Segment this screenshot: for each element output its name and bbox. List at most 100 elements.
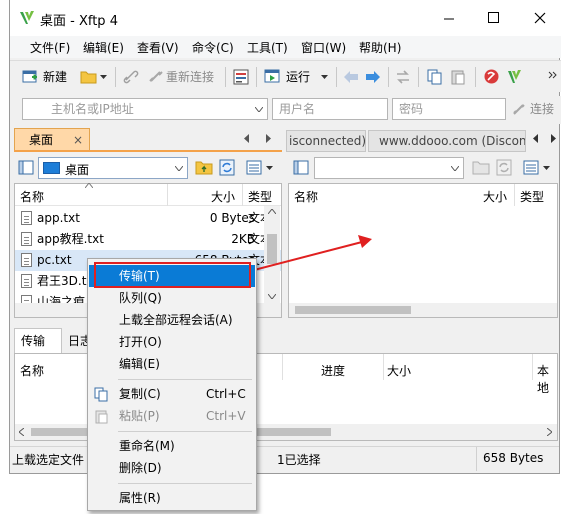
copy-icon[interactable] — [427, 69, 443, 85]
menu-item-delete[interactable]: 删除(D) — [89, 457, 255, 479]
parent-folder-icon[interactable] — [472, 159, 490, 176]
tab-scroll-right-icon[interactable] — [550, 134, 557, 143]
col-type[interactable]: 类型 — [248, 188, 272, 205]
menu-item-queue[interactable]: 队列(Q) — [89, 287, 255, 309]
col-type[interactable]: 类型 — [520, 188, 544, 205]
highlight-box — [94, 262, 251, 288]
menu-file[interactable]: 文件(F) — [30, 39, 70, 56]
menu-item-shortcut: Ctrl+C — [206, 387, 246, 401]
tab-transfer[interactable]: 传输 — [14, 328, 62, 353]
refresh-icon[interactable] — [219, 159, 235, 176]
host-input[interactable]: 主机名或IP地址 — [22, 98, 268, 120]
menu-item-properties[interactable]: 属性(R) — [89, 487, 255, 509]
forward-arrow-icon[interactable] — [365, 70, 381, 84]
tab-scroll-right-icon[interactable] — [265, 134, 272, 143]
remote-list-header: 名称 大小 类型 — [289, 184, 557, 206]
status-size: 658 Bytes — [483, 451, 544, 465]
minimize-icon[interactable] — [443, 13, 455, 25]
new-session-button[interactable]: 新建 — [22, 67, 74, 87]
view-mode-icon[interactable] — [246, 160, 262, 175]
folder-icon — [80, 71, 97, 84]
panel-layout-icon[interactable] — [293, 160, 310, 176]
context-menu: 传输(T) 队列(Q) 上载全部远程会话(A) 打开(O) 编辑(E) 复制(C… — [87, 258, 257, 511]
menu-command[interactable]: 命令(C) — [192, 39, 234, 56]
col-progress[interactable]: 进度 — [321, 362, 345, 379]
col-name[interactable]: 名称 — [20, 362, 44, 379]
menu-item-copy[interactable]: 复制(C) Ctrl+C — [89, 383, 255, 405]
file-name: app.txt — [37, 211, 80, 225]
menu-item-edit[interactable]: 编辑(E) — [89, 353, 255, 375]
remote-path-combobox[interactable] — [314, 157, 464, 179]
menu-item-rename[interactable]: 重命名(M) — [89, 435, 255, 457]
col-name[interactable]: 名称 — [20, 188, 44, 205]
link-icon[interactable] — [123, 69, 139, 85]
toolbar-separator — [388, 67, 389, 87]
scroll-left-icon[interactable] — [19, 428, 24, 436]
file-row[interactable]: app教程.txt 2KB 文本 — [15, 229, 281, 250]
copy-icon — [94, 387, 108, 402]
xshell-icon[interactable] — [483, 68, 500, 85]
menu-item-open[interactable]: 打开(O) — [89, 331, 255, 353]
menu-item-upload-all-sessions[interactable]: 上载全部远程会话(A) — [89, 309, 255, 331]
parent-folder-icon[interactable] — [195, 159, 213, 176]
col-size[interactable]: 大小 — [211, 188, 235, 205]
reconnect-label: 重新连接 — [166, 70, 215, 84]
open-folder-button[interactable] — [80, 67, 110, 87]
menu-item-label: 属性(R) — [119, 491, 161, 505]
scroll-up-icon[interactable] — [268, 209, 276, 214]
new-label: 新建 — [43, 70, 68, 84]
toolbar-separator — [256, 67, 257, 87]
tab-desktop[interactable]: 桌面 × — [14, 128, 90, 150]
maximize-icon[interactable] — [488, 12, 500, 24]
password-input[interactable]: 密码 — [392, 98, 506, 120]
run-button[interactable]: 运行 — [264, 67, 330, 87]
username-input[interactable]: 用户名 — [272, 98, 388, 120]
menu-tools[interactable]: 工具(T) — [247, 39, 288, 56]
password-placeholder: 密码 — [399, 102, 424, 116]
menu-item-label: 复制(C) — [119, 387, 161, 401]
file-row[interactable]: app.txt 0 Bytes 文本 — [15, 208, 281, 229]
tab-close-icon[interactable]: × — [73, 130, 83, 150]
menu-window[interactable]: 窗口(W) — [301, 39, 346, 56]
col-size[interactable]: 大小 — [387, 362, 411, 379]
tab-session-2[interactable]: www.ddooo.com (Discon — [368, 130, 526, 152]
paste-icon[interactable] — [450, 69, 466, 85]
menu-view[interactable]: 查看(V) — [137, 39, 179, 56]
path-combobox[interactable]: 桌面 — [38, 157, 188, 179]
status-divider — [476, 447, 477, 471]
xftp-app-icon[interactable] — [506, 68, 523, 85]
col-name[interactable]: 名称 — [294, 188, 318, 205]
col-size[interactable]: 大小 — [483, 188, 507, 205]
reconnect-button[interactable]: 重新连接 — [148, 67, 218, 87]
tab-scroll-left-icon[interactable] — [532, 134, 539, 143]
chevron-down-icon — [321, 75, 328, 79]
menu-item-shortcut: Ctrl+V — [206, 409, 246, 423]
properties-icon[interactable] — [233, 69, 250, 86]
tab-session-1[interactable]: isconnected) — [286, 130, 366, 152]
run-icon — [264, 69, 280, 83]
column-divider — [242, 184, 243, 206]
desktop-icon — [43, 162, 60, 174]
connect-button[interactable]: 连接 — [512, 99, 560, 119]
scroll-thumb[interactable] — [295, 306, 411, 314]
view-mode-icon[interactable] — [523, 160, 539, 175]
chevron-down-icon — [543, 166, 550, 170]
refresh-icon[interactable] — [496, 159, 512, 176]
close-icon[interactable] — [534, 12, 546, 24]
xftp-logo-icon — [20, 11, 34, 24]
tab-scroll-left-icon[interactable] — [243, 134, 250, 143]
scroll-down-icon[interactable] — [268, 294, 276, 299]
back-arrow-icon[interactable] — [343, 70, 359, 84]
chevron-down-icon — [175, 166, 183, 171]
toolbar-overflow-icon[interactable] — [548, 70, 558, 84]
scroll-right-icon[interactable] — [547, 428, 552, 436]
sort-ascending-icon — [85, 183, 93, 188]
sync-icon[interactable] — [395, 69, 411, 85]
menu-help[interactable]: 帮助(H) — [359, 39, 401, 56]
annotation-arrow-icon — [253, 235, 372, 271]
menu-item-paste[interactable]: 粘贴(P) Ctrl+V — [89, 405, 255, 427]
horizontal-scrollbar[interactable] — [289, 303, 557, 317]
panel-layout-icon[interactable] — [18, 160, 35, 176]
menu-edit[interactable]: 编辑(E) — [83, 39, 124, 56]
col-local[interactable]: 本地 — [537, 362, 557, 396]
